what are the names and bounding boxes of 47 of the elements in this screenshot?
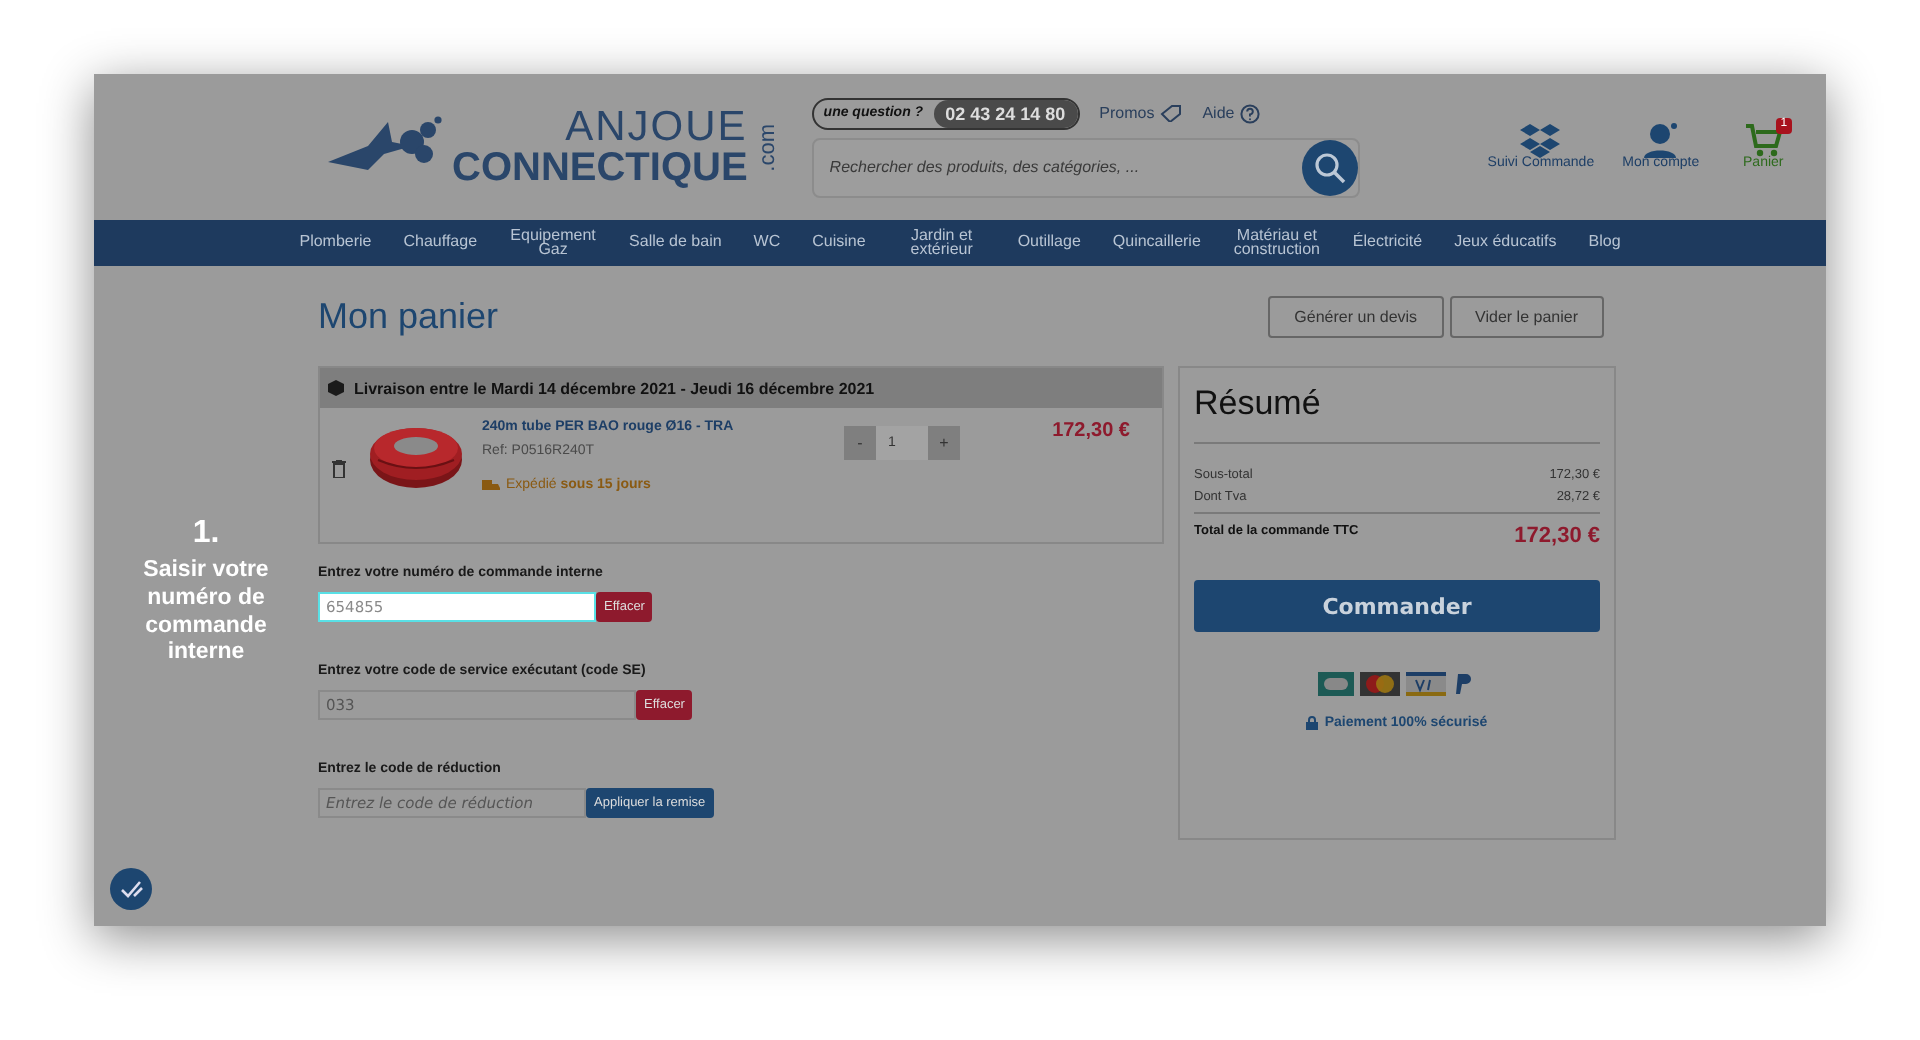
nav-item[interactable]: Equipement Gaz xyxy=(493,229,614,257)
page-title: Mon panier xyxy=(318,295,499,337)
floating-check-button[interactable] xyxy=(110,868,152,910)
delivery-text: Livraison entre le Mardi 14 décembre 2021 - Jeudi 16 décembre 2021 xyxy=(354,379,875,397)
logo-suffix: .com xyxy=(755,123,780,171)
help-icon xyxy=(1240,103,1261,123)
search-icon xyxy=(1313,151,1346,183)
summary-title: Résumé xyxy=(1194,384,1600,444)
boxes-icon xyxy=(1520,122,1561,159)
nav-item[interactable]: Matériau et construction xyxy=(1216,229,1337,257)
check-icon xyxy=(119,879,143,899)
search-field[interactable]: Rechercher des produits, des catégories, ... xyxy=(825,156,1286,178)
step-number: 1. xyxy=(192,516,220,552)
nav-item[interactable]: WC xyxy=(737,236,797,250)
header-link[interactable]: Promos xyxy=(1099,104,1183,122)
cart-action-button[interactable]: Vider le panier xyxy=(1449,295,1604,337)
search-button[interactable] xyxy=(1301,139,1358,195)
package-icon xyxy=(328,380,344,396)
step-text: Saisir votre numéro de commande interne xyxy=(141,558,271,669)
nav-item[interactable]: Outillage xyxy=(1001,236,1097,250)
nav-item[interactable]: Jeux éducatifs xyxy=(1438,236,1573,250)
tag-icon xyxy=(1160,104,1183,122)
nav-item[interactable]: Chauffage xyxy=(387,236,494,250)
logo-text: CONNECTIQUE xyxy=(452,148,748,188)
nav-item[interactable]: Jardin et extérieur xyxy=(881,229,1002,257)
nav-item[interactable]: Cuisine xyxy=(796,236,882,250)
paypal-icon xyxy=(1452,672,1476,696)
card-icon xyxy=(1406,672,1446,696)
nav-item[interactable]: Salle de bain xyxy=(613,236,738,250)
user-icon xyxy=(1640,122,1681,159)
cart-action-button[interactable]: Générer un devis xyxy=(1268,295,1444,337)
card-icon xyxy=(1318,672,1354,696)
nav-item[interactable]: Quincaillerie xyxy=(1096,236,1217,250)
cart-icon xyxy=(1743,122,1784,159)
checkout-button[interactable]: Commander xyxy=(1194,580,1600,632)
nav-item[interactable]: Blog xyxy=(1572,236,1637,250)
search-bar[interactable]: Rechercher des produits, des catégories, ... xyxy=(811,137,1360,197)
trash-icon[interactable] xyxy=(332,460,346,478)
decrease-button[interactable]: - xyxy=(844,426,876,460)
item-price: 172,30 € xyxy=(1052,420,1130,446)
lock-icon xyxy=(1306,716,1319,730)
nav-item[interactable]: Plomberie xyxy=(283,236,388,250)
logo-text: ANJOUE xyxy=(565,106,748,148)
header-link[interactable]: Aide xyxy=(1202,103,1261,123)
card-icon xyxy=(1360,672,1400,696)
total-value: 172,30 € xyxy=(1514,524,1600,548)
nav-item[interactable]: Électricité xyxy=(1336,236,1439,250)
